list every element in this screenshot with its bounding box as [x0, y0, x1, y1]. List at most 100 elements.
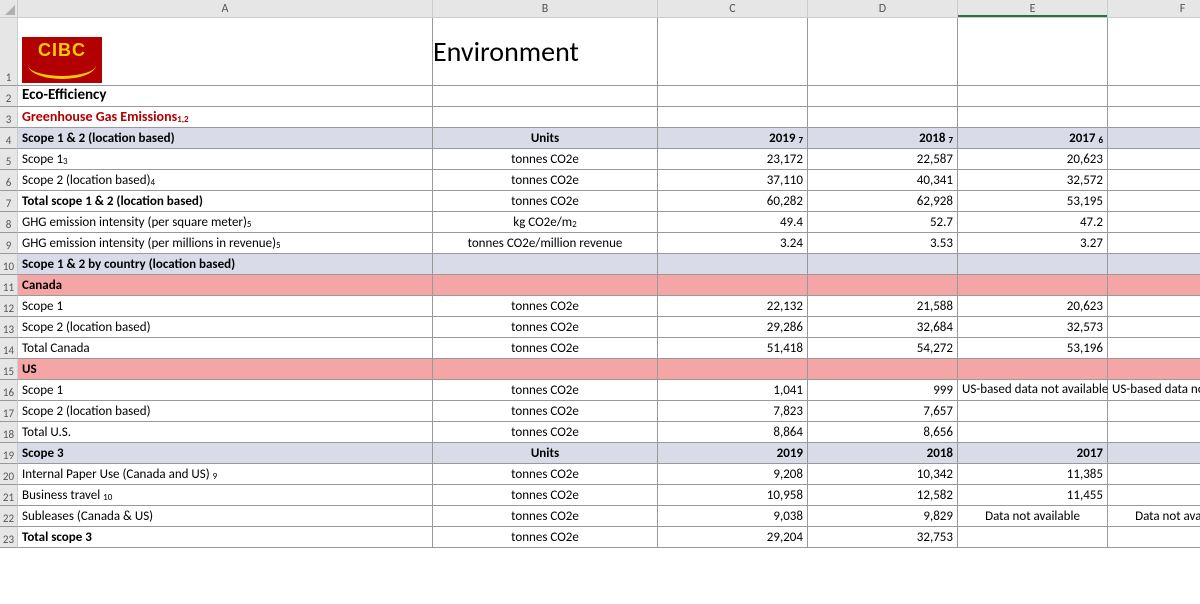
cell-c5[interactable]: 23,172 — [658, 149, 808, 170]
cell-b1-title[interactable]: Environment — [433, 18, 658, 86]
cell-b17[interactable]: tonnes CO2e — [433, 401, 658, 422]
cell-d1[interactable] — [808, 18, 958, 86]
row-header-23[interactable]: 23 — [0, 527, 18, 548]
cell-c15[interactable] — [658, 359, 808, 380]
cell-d19[interactable]: 2018 — [808, 443, 958, 464]
cell-e5[interactable]: 20,623 — [958, 149, 1108, 170]
cell-a4[interactable]: Scope 1 & 2 (location based) — [18, 128, 433, 149]
cell-c12[interactable]: 22,132 — [658, 296, 808, 317]
cell-d22[interactable]: 9,829 — [808, 506, 958, 527]
cell-f23[interactable] — [1108, 527, 1200, 548]
col-header-d[interactable]: D — [808, 0, 958, 18]
row-header-15[interactable]: 15 — [0, 359, 18, 380]
cell-c21[interactable]: 10,958 — [658, 485, 808, 506]
cell-e4[interactable]: 2017 6 — [958, 128, 1108, 149]
cell-d11[interactable] — [808, 275, 958, 296]
cell-c10[interactable] — [658, 254, 808, 275]
cell-d16[interactable]: 999 — [808, 380, 958, 401]
cell-f4[interactable]: 2016 6 — [1108, 128, 1200, 149]
row-header-3[interactable]: 3 — [0, 107, 18, 128]
cell-e3[interactable] — [958, 107, 1108, 128]
cell-d4[interactable]: 2018 7 — [808, 128, 958, 149]
cell-a20[interactable]: Internal Paper Use (Canada and US) 9 — [18, 464, 433, 485]
row-header-16[interactable]: 16 — [0, 380, 18, 401]
cell-c14[interactable]: 51,418 — [658, 338, 808, 359]
cell-c11[interactable] — [658, 275, 808, 296]
cell-a18[interactable]: Total U.S. — [18, 422, 433, 443]
cell-a10[interactable]: Scope 1 & 2 by country (location based) — [18, 254, 433, 275]
cell-b6[interactable]: tonnes CO2e — [433, 170, 658, 191]
cell-f16[interactable]: US-based data not available — [1108, 380, 1200, 401]
cell-f3[interactable] — [1108, 107, 1200, 128]
cell-f5[interactable]: 24,700 — [1108, 149, 1200, 170]
cell-f11[interactable] — [1108, 275, 1200, 296]
cell-d3[interactable] — [808, 107, 958, 128]
col-header-a[interactable]: A — [18, 0, 433, 18]
cell-d12[interactable]: 21,588 — [808, 296, 958, 317]
row-header-14[interactable]: 14 — [0, 338, 18, 359]
cell-f18[interactable] — [1108, 422, 1200, 443]
cell-d10[interactable] — [808, 254, 958, 275]
cell-a16[interactable]: Scope 1 — [18, 380, 433, 401]
cell-c22[interactable]: 9,038 — [658, 506, 808, 527]
cell-c6[interactable]: 37,110 — [658, 170, 808, 191]
cell-e14[interactable]: 53,196 — [958, 338, 1108, 359]
cell-a21[interactable]: Business travel 10 — [18, 485, 433, 506]
cell-c2[interactable] — [658, 86, 808, 107]
cell-a7[interactable]: Total scope 1 & 2 (location based) — [18, 191, 433, 212]
cell-c19[interactable]: 2019 — [658, 443, 808, 464]
row-header-6[interactable]: 6 — [0, 170, 18, 191]
cell-a13[interactable]: Scope 2 (location based) — [18, 317, 433, 338]
cell-b14[interactable]: tonnes CO2e — [433, 338, 658, 359]
cell-e11[interactable] — [958, 275, 1108, 296]
cell-c4[interactable]: 2019 7 — [658, 128, 808, 149]
cell-e17[interactable] — [958, 401, 1108, 422]
cell-f6[interactable]: 35,269 — [1108, 170, 1200, 191]
cell-c9[interactable]: 3.24 — [658, 233, 808, 254]
cell-f20[interactable]: 12,882 — [1108, 464, 1200, 485]
cell-a12[interactable]: Scope 1 — [18, 296, 433, 317]
cell-f2[interactable] — [1108, 86, 1200, 107]
cell-c1[interactable] — [658, 18, 808, 86]
cell-a17[interactable]: Scope 2 (location based) — [18, 401, 433, 422]
row-header-10[interactable]: 10 — [0, 254, 18, 275]
row-header-11[interactable]: 11 — [0, 275, 18, 296]
col-header-e[interactable]: E — [958, 0, 1108, 18]
cell-b15[interactable] — [433, 359, 658, 380]
cell-b4[interactable]: Units — [433, 128, 658, 149]
cell-b7[interactable]: tonnes CO2e — [433, 191, 658, 212]
cell-d21[interactable]: 12,582 — [808, 485, 958, 506]
cell-b11[interactable] — [433, 275, 658, 296]
cell-f10[interactable] — [1108, 254, 1200, 275]
col-header-b[interactable]: B — [433, 0, 658, 18]
cell-a19[interactable]: Scope 3 — [18, 443, 433, 464]
row-header-2[interactable]: 2 — [0, 86, 18, 107]
col-header-c[interactable]: C — [658, 0, 808, 18]
cell-e12[interactable]: 20,623 — [958, 296, 1108, 317]
cell-f1[interactable] — [1108, 18, 1200, 86]
cell-a6[interactable]: Scope 2 (location based)4 — [18, 170, 433, 191]
row-header-20[interactable]: 20 — [0, 464, 18, 485]
cell-b9[interactable]: tonnes CO2e/million revenue — [433, 233, 658, 254]
cell-d6[interactable]: 40,341 — [808, 170, 958, 191]
cell-b10[interactable] — [433, 254, 658, 275]
cell-a1-logo[interactable]: CIBC — [18, 18, 433, 86]
cell-c3[interactable] — [658, 107, 808, 128]
cell-e1[interactable] — [958, 18, 1108, 86]
cell-c18[interactable]: 8,864 — [658, 422, 808, 443]
cell-f17[interactable] — [1108, 401, 1200, 422]
cell-d14[interactable]: 54,272 — [808, 338, 958, 359]
row-header-8[interactable]: 8 — [0, 212, 18, 233]
cell-c20[interactable]: 9,208 — [658, 464, 808, 485]
cell-d9[interactable]: 3.53 — [808, 233, 958, 254]
cell-e21[interactable]: 11,455 — [958, 485, 1108, 506]
cell-b5[interactable]: tonnes CO2e — [433, 149, 658, 170]
cell-b19[interactable]: Units — [433, 443, 658, 464]
cell-c17[interactable]: 7,823 — [658, 401, 808, 422]
cell-c13[interactable]: 29,286 — [658, 317, 808, 338]
cell-f14[interactable]: 59,970 — [1108, 338, 1200, 359]
cell-e9[interactable]: 3.27 — [958, 233, 1108, 254]
select-all-corner[interactable] — [0, 0, 18, 18]
cell-f8[interactable]: 52.9 — [1108, 212, 1200, 233]
cell-e13[interactable]: 32,573 — [958, 317, 1108, 338]
